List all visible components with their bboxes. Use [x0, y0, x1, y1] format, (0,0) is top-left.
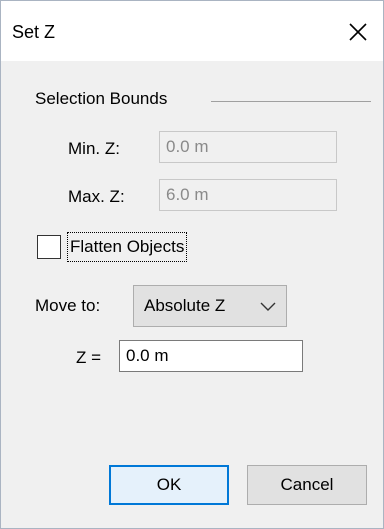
max-z-label: Max. Z:	[68, 187, 125, 206]
flatten-objects-label[interactable]: Flatten Objects	[67, 232, 188, 262]
flatten-objects-checkbox[interactable]	[37, 235, 61, 259]
z-value-input[interactable]	[119, 340, 303, 372]
move-to-label: Move to:	[35, 296, 101, 315]
cancel-button[interactable]: Cancel	[247, 465, 367, 505]
z-label: Z =	[76, 348, 102, 367]
title-bar: Set Z	[1, 1, 383, 61]
min-z-field	[159, 131, 337, 163]
close-icon	[349, 23, 367, 41]
window-title: Set Z	[12, 22, 56, 42]
min-z-label: Min. Z:	[68, 139, 120, 158]
move-to-selected: Absolute Z	[144, 296, 226, 315]
close-button[interactable]	[341, 15, 375, 49]
chevron-down-icon	[260, 302, 276, 311]
group-divider	[211, 101, 371, 102]
selection-bounds-title: Selection Bounds	[35, 89, 168, 108]
max-z-field	[159, 179, 337, 211]
ok-button[interactable]: OK	[109, 465, 229, 505]
set-z-dialog: Set Z Selection Bounds Min. Z: Max. Z: F…	[0, 0, 384, 529]
move-to-dropdown[interactable]: Absolute Z	[133, 285, 287, 327]
